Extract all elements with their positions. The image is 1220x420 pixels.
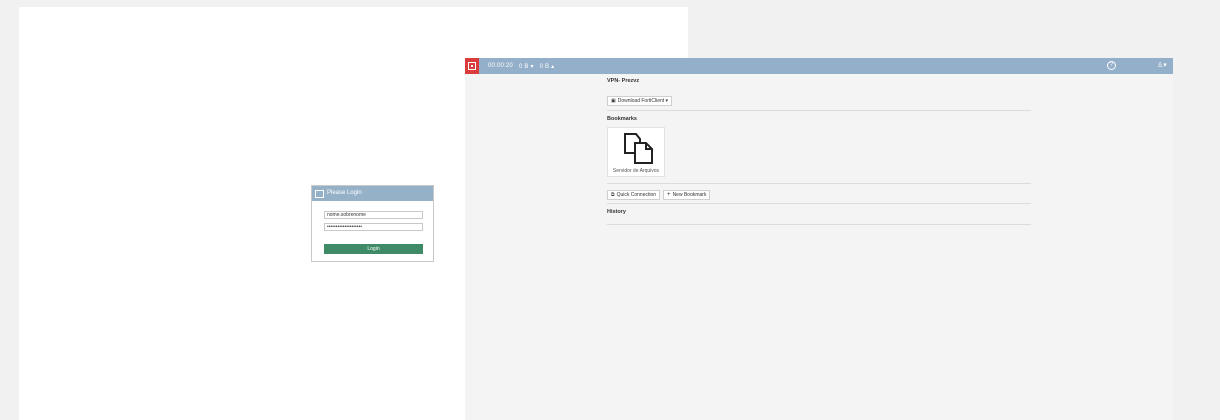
brand-logo[interactable] bbox=[465, 58, 479, 74]
plus-icon: + bbox=[667, 192, 671, 198]
download-icon: ▣ bbox=[611, 98, 616, 104]
divider bbox=[607, 183, 1031, 184]
divider bbox=[607, 203, 1031, 204]
bookmarks-title: Bookmarks bbox=[607, 116, 637, 122]
download-forticlient-label: Download FortiClient ▾ bbox=[617, 98, 669, 104]
fortinet-logo-icon bbox=[468, 62, 476, 70]
username-field[interactable]: nome.sobrenome bbox=[324, 211, 423, 219]
page-title: VPN- Prezvz bbox=[607, 78, 640, 84]
login-dialog: Please Login nome.sobrenome ••••••••••••… bbox=[311, 185, 434, 262]
password-field[interactable]: •••••••••••••••••••• bbox=[324, 223, 423, 231]
login-title: Please Login bbox=[327, 190, 362, 196]
download-forticlient-button[interactable]: ▣ Download FortiClient ▾ bbox=[607, 96, 673, 106]
bytes-out-indicator: 0 B ▴ bbox=[539, 63, 555, 70]
login-button[interactable]: Login bbox=[324, 244, 423, 254]
quick-connection-button[interactable]: ⧉ Quick Connection bbox=[607, 190, 661, 200]
quick-connection-label: Quick Connection bbox=[616, 192, 657, 198]
external-link-icon: ⧉ bbox=[611, 192, 615, 198]
new-bookmark-label: New Bookmark bbox=[672, 192, 707, 198]
history-title: History bbox=[607, 209, 626, 215]
divider bbox=[607, 224, 1031, 225]
files-icon bbox=[624, 133, 653, 164]
new-bookmark-button[interactable]: + New Bookmark bbox=[663, 190, 711, 200]
vpn-portal: 00:00:20 0 B ▾ 0 B ▴ ? ♙▾ VPN- Prezvz ▣ … bbox=[465, 58, 1173, 420]
portal-content: VPN- Prezvz ▣ Download FortiClient ▾ Boo… bbox=[607, 78, 1031, 225]
session-timer: 00:00:20 bbox=[488, 63, 513, 69]
bookmark-tile[interactable]: Servidor de Arquivos bbox=[607, 127, 665, 177]
user-menu-icon[interactable]: ♙▾ bbox=[1157, 61, 1167, 70]
bookmark-label: Servidor de Arquivos bbox=[612, 168, 660, 174]
bytes-in-indicator: 0 B ▾ bbox=[518, 63, 534, 70]
divider bbox=[607, 110, 1031, 111]
fortinet-logo-icon bbox=[315, 189, 324, 198]
portal-topbar: 00:00:20 0 B ▾ 0 B ▴ ? ♙▾ bbox=[465, 58, 1173, 74]
help-icon[interactable]: ? bbox=[1107, 61, 1116, 70]
login-header: Please Login bbox=[312, 186, 433, 201]
